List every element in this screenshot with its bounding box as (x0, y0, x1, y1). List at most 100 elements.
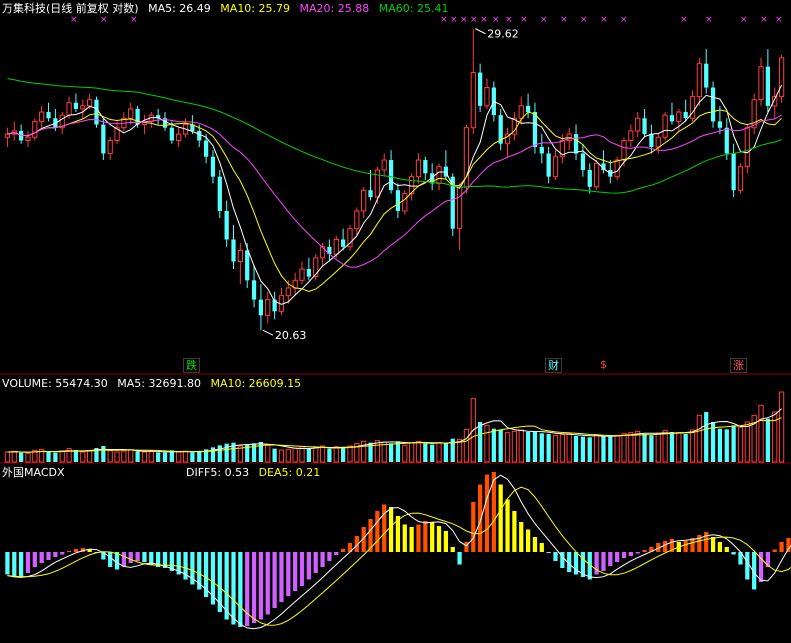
macd-histogram-bar (731, 552, 736, 555)
macd-histogram-bar (286, 552, 291, 596)
candle-down (197, 130, 202, 141)
signal-marker: × (470, 15, 478, 25)
macd-histogram-bar (690, 538, 695, 552)
volume-bar-down (46, 452, 51, 462)
candle-down (683, 112, 688, 119)
fall-tag[interactable]: 跌 (183, 358, 200, 373)
volume-bar-down (135, 451, 140, 462)
candle-up (128, 108, 134, 119)
low-price-label: 20.63 (275, 329, 307, 342)
volume-bar-up (409, 442, 415, 463)
volume-bar-down (765, 418, 770, 462)
macd-histogram-bar (642, 550, 647, 552)
volume-bar-down (327, 448, 332, 462)
macd-histogram-bar (121, 552, 127, 567)
candle-up (456, 186, 463, 230)
volume-bar-up (696, 414, 702, 463)
macd-histogram-bar (601, 552, 606, 571)
finance-tag[interactable]: 财 (545, 358, 562, 373)
macd-histogram-bar (683, 541, 688, 552)
candle-down (580, 153, 586, 170)
macd-histogram-bar (327, 552, 332, 561)
volume-bar-down (731, 425, 736, 462)
macd-histogram-bar (293, 552, 298, 591)
macd-histogram-bar (724, 547, 729, 552)
candle-down (546, 153, 551, 177)
candle-down (224, 210, 229, 240)
macd-histogram-bar (443, 531, 449, 552)
macd-histogram-bar (525, 529, 531, 552)
macd-histogram-bar (519, 522, 524, 552)
candle-down (210, 156, 216, 177)
candle-up (361, 189, 367, 212)
candle-down (94, 99, 99, 125)
ma10-value: MA10: 25.79 (220, 2, 291, 15)
volume-bar-down (478, 422, 483, 462)
candle-down (573, 134, 579, 154)
macd-histogram-bar (635, 552, 640, 554)
candle-up (285, 287, 291, 297)
volume-bar-down (608, 436, 613, 462)
volume-bar-up (80, 451, 86, 463)
candle-down (251, 280, 257, 300)
macd-histogram-bar (450, 547, 455, 552)
signal-marker: × (130, 15, 138, 25)
candle-up (778, 57, 785, 98)
macd-histogram-bar (53, 552, 58, 557)
dollar-tag[interactable]: $ (598, 358, 609, 371)
volume-bar-up (292, 447, 298, 463)
volume-bar-up (4, 451, 11, 463)
candle-up (470, 72, 476, 129)
volume-bar-up (552, 434, 559, 463)
macd-histogram-bar (279, 552, 284, 602)
volume-bar-down (430, 444, 435, 462)
volume-bar-up (662, 430, 668, 463)
volume-bar-down (306, 448, 311, 462)
volume-bar-up (347, 445, 353, 463)
volume-bar-up (11, 450, 17, 463)
macd-histogram-bar (457, 552, 462, 565)
volume-bar-up (511, 430, 518, 463)
rise-tag[interactable]: 涨 (730, 358, 747, 373)
volume-bar-up (689, 429, 696, 463)
volume-bar-down (642, 434, 647, 462)
macd-histogram-bar (621, 552, 627, 558)
candle-up (80, 105, 86, 110)
signal-marker: × (480, 15, 488, 25)
candle-up (354, 210, 360, 230)
macd-histogram-bar (423, 521, 428, 552)
volume-bar-up (655, 432, 661, 463)
candle-up (25, 136, 31, 142)
volume-bar-down (717, 428, 723, 462)
signal-marker: × (100, 15, 108, 25)
signal-marker: × (580, 15, 588, 25)
volume-bar-up (176, 451, 182, 463)
chart-canvas[interactable]: 29.6220.63× × × × × × × × × × × × × × × × × × × × × (0, 0, 791, 640)
volume-bar-down (423, 443, 428, 462)
candle-up (237, 249, 243, 263)
volume-bar-down (53, 452, 58, 462)
candle-down (46, 112, 51, 119)
volume-bar-down (272, 448, 277, 462)
price-header: 万集科技(日线 前复权 对数) MA5: 26.49 MA10: 25.79 M… (2, 2, 454, 15)
volume-bar-up (285, 448, 291, 463)
stock-chart[interactable]: 29.62 20.63 × × × × × × × × × × × × × × × × × × × × × (0, 0, 791, 640)
candle-down (217, 176, 222, 211)
macd-histogram-bar (108, 552, 113, 567)
volume-bar-up (676, 432, 682, 463)
candle-down (669, 115, 675, 122)
volume-bar-down (580, 436, 586, 462)
signal-marker: × (440, 15, 448, 25)
macd-histogram-bar (334, 552, 339, 555)
high-pointer (475, 28, 486, 35)
candle-down (231, 239, 236, 262)
candle-up (107, 140, 113, 154)
macd-histogram-bar (388, 507, 394, 552)
volume-bar-up (463, 428, 470, 463)
candle-down (203, 140, 209, 157)
candle-down (587, 169, 592, 187)
macd-histogram-bar (12, 552, 17, 577)
macd-histogram-bar (306, 552, 311, 580)
candle-up (593, 162, 600, 188)
macd-histogram-bar (299, 552, 305, 586)
